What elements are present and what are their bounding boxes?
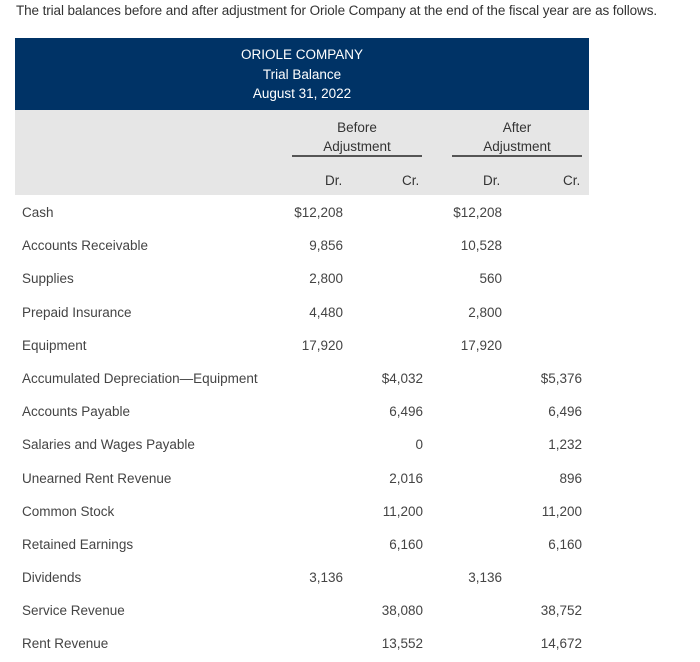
after-debit-value: 10,528 bbox=[460, 238, 502, 254]
table-row: Retained Earnings 6,160 6,160 bbox=[15, 529, 589, 562]
table-row: Prepaid Insurance 4,480 2,800 bbox=[15, 297, 589, 330]
before-underline bbox=[292, 155, 422, 157]
statement-header: ORIOLE COMPANY Trial Balance August 31, … bbox=[15, 38, 589, 110]
table-row: Accounts Payable 6,496 6,496 bbox=[15, 396, 589, 429]
company-name: ORIOLE COMPANY bbox=[240, 47, 364, 62]
account-name: Service Revenue bbox=[22, 603, 125, 619]
account-name: Dividends bbox=[22, 570, 82, 586]
before-debit-value: 3,136 bbox=[309, 570, 343, 586]
before-credit-value: $4,032 bbox=[381, 370, 423, 386]
table-row: Salaries and Wages Payable 0 1,232 bbox=[15, 429, 589, 462]
table-row: Supplies 2,800 560 bbox=[15, 263, 589, 296]
table-row: Service Revenue 38,080 38,752 bbox=[15, 595, 589, 628]
intro-text: The trial balances before and after adju… bbox=[16, 3, 657, 18]
after-heading-line2: Adjustment bbox=[483, 139, 551, 154]
table-row: Dividends 3,136 3,136 bbox=[15, 562, 589, 595]
before-credit-value: 11,200 bbox=[382, 503, 423, 519]
before-credit-value: 0 bbox=[415, 437, 423, 453]
account-name: Equipment bbox=[22, 337, 87, 353]
after-credit-value: 14,672 bbox=[540, 636, 582, 652]
after-debit-value: 560 bbox=[479, 271, 502, 287]
table-row: Equipment 17,920 17,920 bbox=[15, 330, 589, 363]
after-underline bbox=[452, 155, 582, 157]
after-credit-value: 38,752 bbox=[540, 603, 582, 619]
before-debit-value: 17,920 bbox=[301, 337, 343, 353]
statement-title: Trial Balance bbox=[262, 67, 342, 82]
account-name: Accumulated Depreciation—Equipment bbox=[22, 370, 258, 386]
before-heading-line2: Adjustment bbox=[323, 139, 391, 154]
after-credit-value: $5,376 bbox=[540, 370, 582, 386]
after-credit-heading: Cr. bbox=[563, 173, 581, 188]
after-credit-value: 1,232 bbox=[548, 437, 582, 453]
account-name: Accounts Payable bbox=[22, 404, 131, 420]
before-debit-value: 4,480 bbox=[309, 304, 343, 320]
before-credit-value: 6,160 bbox=[389, 536, 423, 552]
after-adjustment-heading: After Adjustment bbox=[452, 118, 582, 156]
after-credit-value: 6,496 bbox=[548, 404, 582, 420]
statement-date: August 31, 2022 bbox=[252, 86, 352, 101]
account-table: Cash $12,208 $12,208 Accounts Receivable 9,8… bbox=[15, 197, 589, 662]
table-row: Accounts Receivable 9,856 10,528 bbox=[15, 230, 589, 263]
account-name: Rent Revenue bbox=[22, 636, 109, 652]
before-credit-value: 6,496 bbox=[389, 404, 423, 420]
table-row: Cash $12,208 $12,208 bbox=[15, 197, 589, 230]
after-debit-value: $12,208 bbox=[453, 205, 502, 220]
table-row: Common Stock 11,200 11,200 bbox=[15, 496, 589, 529]
after-debit-heading: Dr. bbox=[483, 173, 501, 188]
account-name: Salaries and Wages Payable bbox=[22, 437, 195, 453]
after-credit-value: 896 bbox=[559, 470, 582, 486]
before-debit-value: 9,856 bbox=[309, 238, 343, 254]
account-name: Accounts Receivable bbox=[22, 238, 149, 254]
account-name: Supplies bbox=[22, 271, 74, 287]
before-credit-heading: Cr. bbox=[402, 173, 420, 188]
before-heading-line1: Before bbox=[337, 120, 377, 135]
before-adjustment-heading: Before Adjustment bbox=[292, 118, 422, 156]
column-header: Before Adjustment After Adjustment Dr. C… bbox=[15, 110, 589, 195]
after-debit-value: 17,920 bbox=[460, 337, 502, 353]
after-credit-value: 11,200 bbox=[541, 503, 582, 519]
before-credit-value: 2,016 bbox=[389, 470, 423, 486]
account-name: Retained Earnings bbox=[22, 536, 134, 552]
account-name: Prepaid Insurance bbox=[22, 304, 132, 320]
account-name: Unearned Rent Revenue bbox=[22, 470, 172, 486]
before-credit-value: 38,080 bbox=[381, 603, 423, 619]
table-row: Accumulated Depreciation—Equipment $4,032… bbox=[15, 363, 589, 396]
account-name: Cash bbox=[22, 205, 54, 220]
after-debit-value: 2,800 bbox=[468, 304, 502, 320]
before-debit-heading: Dr. bbox=[325, 173, 343, 188]
after-heading-line1: After bbox=[502, 120, 532, 135]
table-row: Unearned Rent Revenue 2,016 896 bbox=[15, 463, 589, 496]
after-debit-value: 3,136 bbox=[468, 570, 502, 586]
after-credit-value: 6,160 bbox=[548, 536, 582, 552]
before-credit-value: 13,552 bbox=[381, 636, 423, 652]
before-debit-value: 2,800 bbox=[309, 271, 343, 287]
account-name: Common Stock bbox=[22, 503, 115, 519]
before-debit-value: $12,208 bbox=[294, 205, 343, 220]
